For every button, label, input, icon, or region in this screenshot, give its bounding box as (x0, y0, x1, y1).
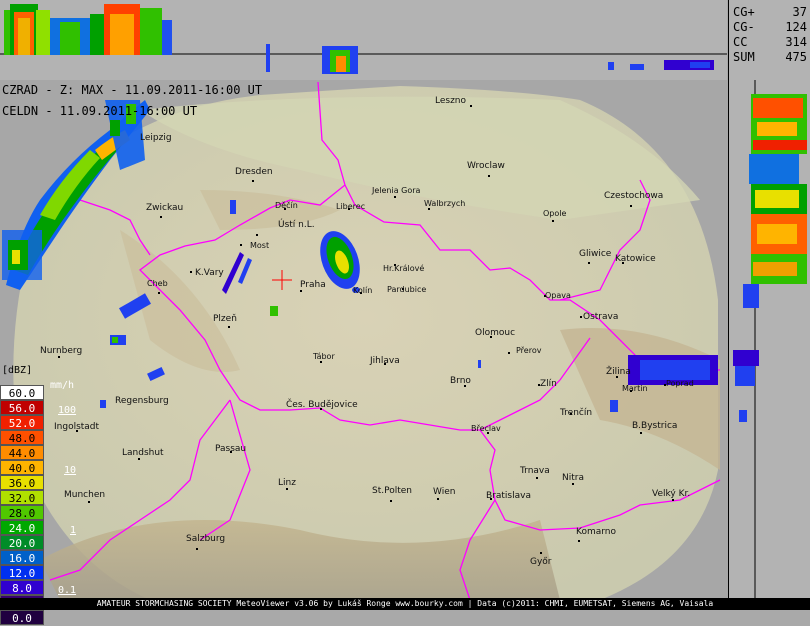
city-label: Břeclav (471, 424, 501, 433)
city-label: Linz (278, 478, 296, 488)
stat-sum: SUM 475 (733, 50, 807, 64)
city-label: Čes. Budějovice (286, 400, 358, 410)
right-projection-plot (733, 80, 807, 610)
city-label: Hr.Králové (383, 264, 425, 273)
rain-rate-label: 100 (58, 405, 77, 416)
city-label: K.Vary (195, 268, 224, 278)
city-label: Munchen (64, 490, 106, 500)
city-label: Most (250, 241, 270, 250)
city-label: Győr (530, 557, 552, 567)
city-label: Ústí n.L. (278, 220, 315, 230)
city-label: Kolín (353, 286, 373, 295)
city-label: Passau (215, 444, 247, 454)
city-label: Opole (543, 209, 567, 218)
footer-credits: AMATEUR STORMCHASING SOCIETY MeteoViewer… (0, 598, 810, 610)
city-label: B.Bystrica (632, 421, 678, 431)
rain-rate-label: 1 (70, 525, 77, 536)
legend-row: 24.0 (0, 520, 44, 535)
legend-row: 32.0 (0, 490, 44, 505)
city-label: Komarno (576, 527, 616, 537)
city-label: Regensburg (115, 396, 169, 406)
city-label: Wroclaw (467, 161, 505, 171)
lightning-product-title: CELDN - 11.09.2011-16:00 UT (2, 104, 198, 118)
city-label: Olomouc (475, 328, 516, 338)
city-label: Nurnberg (40, 346, 83, 356)
city-label: Trenčín (560, 408, 593, 418)
city-label: Salzburg (186, 534, 226, 544)
city-label: Žilina (606, 367, 631, 377)
legend-row: 40.0 (0, 460, 44, 475)
city-label: Liberec (336, 202, 366, 211)
city-label: Katowice (615, 254, 656, 264)
stat-cg-minus: CG- 124 (733, 20, 807, 34)
legend-row: 12.0 (0, 565, 44, 580)
city-label: Zwickau (146, 203, 184, 213)
legend-row: 16.0 (0, 550, 44, 565)
stat-cc: CC 314 (733, 35, 807, 49)
city-label: Poprad (666, 379, 694, 388)
radar-product-title: CZRAD - Z: MAX - 11.09.2011-16:00 UT (2, 83, 263, 97)
legend-row: 56.0 (0, 400, 44, 415)
stat-cg-plus: CG+ 37 (733, 5, 807, 19)
legend-row: 0.0 (0, 610, 44, 625)
radar-viewer: CG+ 37 CG- 124 CC 314 SUM 475 Leszno Lei… (0, 0, 810, 625)
legend-row: 48.0 (0, 430, 44, 445)
city-label: Přerov (516, 346, 542, 355)
city-label: Plzeň (213, 314, 237, 324)
legend-row: 60.0 (0, 385, 44, 400)
city-label: Leipzig (140, 133, 172, 143)
legend-row: 28.0 (0, 505, 44, 520)
city-label: Děčín (275, 201, 298, 210)
city-label: Velký Kr. (652, 489, 691, 499)
top-projection-panel (0, 0, 727, 81)
top-projection-echo-central (266, 44, 358, 74)
city-label: Wien (433, 487, 456, 497)
city-label: Walbrzych (424, 199, 466, 208)
city-label: Czestochowa (604, 191, 664, 201)
legend-row: 8.0 (0, 580, 44, 595)
map-canvas (2, 81, 721, 598)
city-label: Jelenia Gora (372, 186, 421, 195)
legend-row: 36.0 (0, 475, 44, 490)
city-label: Ostrava (583, 312, 619, 322)
city-label: Ingolstadt (54, 422, 100, 432)
city-label: Nitra (562, 473, 584, 483)
city-label: Zlín (540, 379, 557, 389)
city-label: Pardubice (387, 285, 427, 294)
legend-row: 44.0 (0, 445, 44, 460)
legend-unit-label: [dBZ] (2, 365, 33, 376)
city-label: Brno (450, 376, 471, 386)
rain-rate-label: 10 (64, 465, 77, 476)
city-label: Opava (545, 291, 571, 300)
legend-row: 20.0 (0, 535, 44, 550)
right-projection-panel (728, 80, 810, 610)
right-projection-echo-north (743, 94, 807, 308)
city-label: Gliwice (579, 249, 612, 259)
city-label: Jihlava (370, 356, 400, 366)
radar-map[interactable] (0, 80, 727, 598)
city-label: Dresden (235, 167, 273, 177)
city-label: Landshut (122, 448, 164, 458)
legend-row: 52.0 (0, 415, 44, 430)
city-label: Tábor (313, 352, 335, 361)
city-label: Bratislava (486, 491, 531, 501)
city-label: St.Polten (372, 486, 412, 496)
city-label: Leszno (435, 96, 467, 106)
city-label: Trnava (520, 466, 550, 476)
top-projection-echo-west (4, 4, 172, 55)
city-label: Cheb (147, 279, 168, 288)
city-label: Praha (300, 280, 326, 290)
rain-rate-label: 0.1 (58, 585, 77, 596)
lightning-stats-panel: CG+ 37 CG- 124 CC 314 SUM 475 (728, 0, 810, 81)
rain-rate-unit-label: mm/h (50, 380, 75, 391)
top-projection-echo-east (608, 60, 714, 70)
top-projection-plot (0, 4, 727, 74)
city-label: Martin (622, 384, 648, 393)
